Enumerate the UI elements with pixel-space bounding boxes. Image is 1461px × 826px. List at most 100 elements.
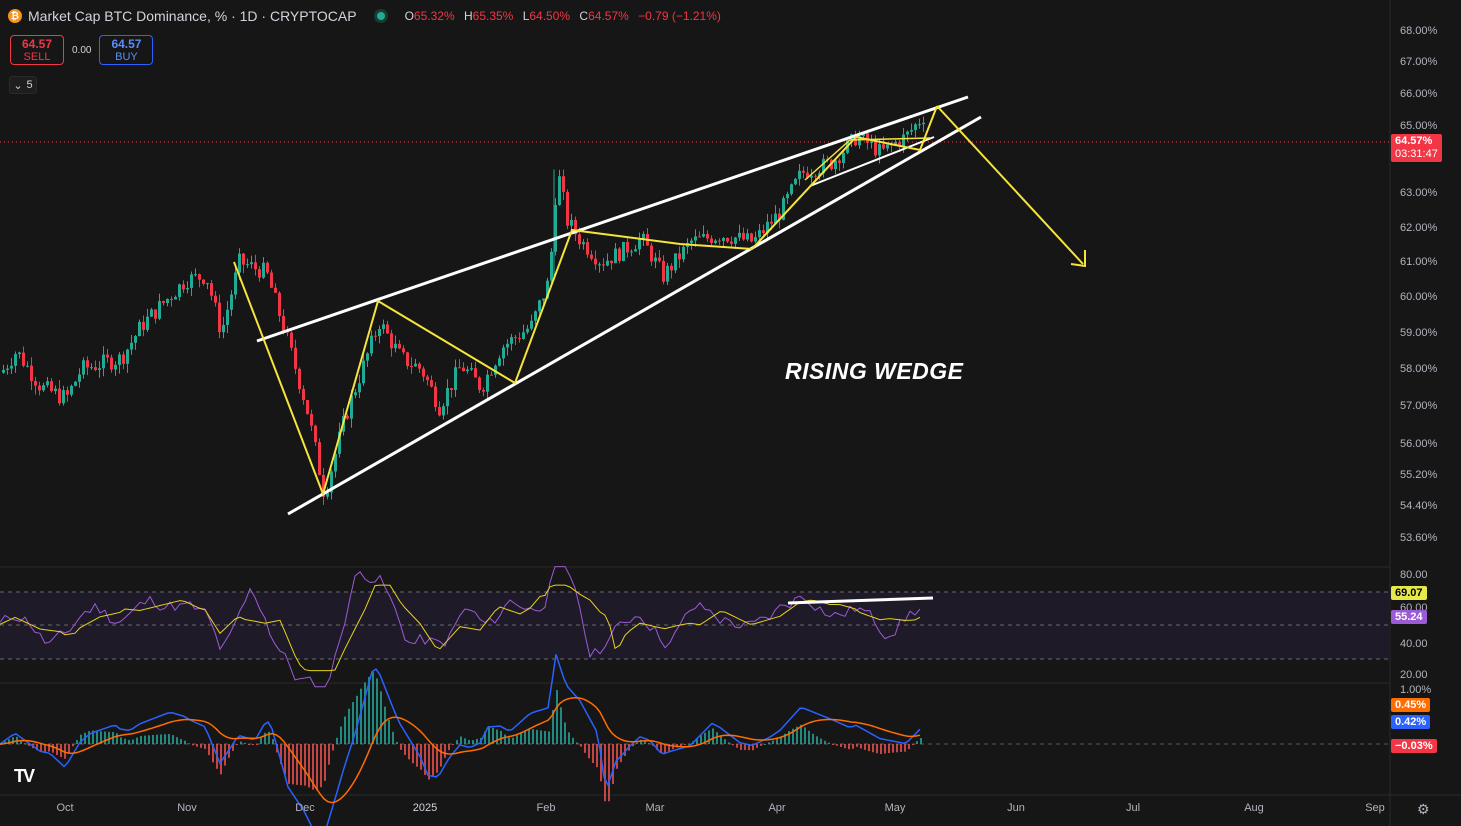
candle-body bbox=[878, 144, 881, 156]
candle-body bbox=[358, 383, 361, 393]
macd-histogram-bar bbox=[508, 737, 510, 744]
macd-histogram-bar bbox=[772, 740, 774, 744]
macd-histogram-bar bbox=[760, 744, 762, 746]
macd-histogram-bar bbox=[264, 732, 266, 744]
projection-arrow bbox=[936, 105, 1084, 265]
candle-body bbox=[758, 230, 761, 238]
macd-histogram-bar bbox=[404, 744, 406, 755]
macd-histogram-bar bbox=[648, 743, 650, 745]
candle-body bbox=[14, 354, 17, 366]
time-axis-label: Nov bbox=[177, 802, 197, 814]
macd-histogram-bar bbox=[500, 730, 502, 744]
macd-histogram-bar bbox=[104, 731, 106, 744]
macd-histogram-bar bbox=[236, 744, 238, 745]
macd-histogram-bar bbox=[124, 738, 126, 744]
macd-histogram-bar bbox=[164, 734, 166, 744]
macd-histogram-bar bbox=[592, 744, 594, 764]
time-axis-label: Feb bbox=[536, 802, 556, 814]
macd-histogram-bar bbox=[716, 732, 718, 744]
price-axis-label: 63.00% bbox=[1400, 187, 1438, 199]
candle-body bbox=[670, 265, 673, 271]
candle-body bbox=[586, 242, 589, 255]
candle-body bbox=[54, 388, 57, 392]
candle-body bbox=[578, 234, 581, 245]
candle-body bbox=[602, 264, 605, 266]
candle-body bbox=[150, 309, 153, 317]
chart-canvas[interactable] bbox=[0, 0, 1461, 826]
candle-body bbox=[642, 233, 645, 239]
tradingview-logo[interactable]: TV bbox=[14, 766, 35, 787]
candle-body bbox=[90, 367, 93, 369]
candle-body bbox=[874, 141, 877, 156]
macd-histogram-bar bbox=[320, 744, 322, 788]
macd-histogram-bar bbox=[460, 736, 462, 744]
macd-histogram-bar bbox=[572, 737, 574, 744]
candle-body bbox=[466, 369, 469, 372]
candle-body bbox=[214, 295, 217, 303]
candle-body bbox=[454, 367, 457, 390]
macd-histogram-bar bbox=[900, 744, 902, 752]
candle-body bbox=[738, 232, 741, 238]
macd-histogram-bar bbox=[868, 744, 870, 752]
macd-histogram-bar bbox=[372, 672, 374, 744]
candle-body bbox=[134, 336, 137, 343]
candle-body bbox=[490, 374, 493, 376]
candle-body bbox=[698, 236, 701, 238]
buy-button[interactable]: 64.57 BUY bbox=[99, 35, 154, 65]
macd-histogram-bar bbox=[584, 744, 586, 753]
candle-body bbox=[430, 380, 433, 387]
macd-histogram-bar bbox=[88, 731, 90, 744]
macd-histogram-bar bbox=[388, 720, 390, 744]
indicators-toggle-button[interactable]: ⌄ 5 bbox=[9, 76, 37, 94]
candle-body bbox=[790, 184, 793, 194]
price-axis-label: 54.40% bbox=[1400, 500, 1438, 512]
candle-body bbox=[634, 249, 637, 252]
macd-histogram-bar bbox=[548, 731, 550, 744]
ohlc-values: O65.32% H65.35% L64.50% C64.57% −0.79 (−… bbox=[404, 9, 721, 23]
candle-body bbox=[486, 374, 489, 392]
candle-body bbox=[262, 262, 265, 278]
candle-body bbox=[106, 354, 109, 358]
macd-histogram-bar bbox=[828, 742, 830, 744]
candle-body bbox=[130, 342, 133, 350]
time-axis-label: Jun bbox=[1007, 802, 1025, 814]
macd-histogram-bar bbox=[708, 730, 710, 744]
macd-histogram-bar bbox=[328, 744, 330, 765]
candle-body bbox=[26, 365, 29, 367]
candle-body bbox=[230, 294, 233, 310]
macd-histogram-bar bbox=[248, 744, 250, 745]
candle-body bbox=[542, 298, 545, 301]
macd-histogram-bar bbox=[744, 744, 746, 751]
price-axis-label: 53.60% bbox=[1400, 532, 1438, 544]
candle-body bbox=[154, 309, 157, 319]
candle-body bbox=[538, 300, 541, 312]
macd-histogram-bar bbox=[244, 742, 246, 744]
macd-histogram-bar bbox=[912, 744, 914, 745]
symbol-header[interactable]: ₿ Market Cap BTC Dominance, % · 1D · CRY… bbox=[8, 8, 721, 24]
macd-histogram-bar bbox=[156, 734, 158, 744]
candle-body bbox=[702, 233, 705, 237]
macd-histogram-bar bbox=[256, 744, 258, 745]
macd-signal-line bbox=[0, 697, 921, 804]
candle-body bbox=[346, 416, 349, 419]
candle-body bbox=[70, 385, 73, 395]
sell-button[interactable]: 64.57 SELL bbox=[10, 35, 64, 65]
gear-icon[interactable]: ⚙ bbox=[1417, 801, 1430, 818]
macd-histogram-bar bbox=[172, 735, 174, 744]
candle-body bbox=[838, 160, 841, 163]
candle-body bbox=[730, 241, 733, 244]
rising-wedge-label: RISING WEDGE bbox=[785, 358, 964, 384]
symbol-title[interactable]: Market Cap BTC Dominance, % · 1D · CRYPT… bbox=[28, 8, 357, 24]
macd-histogram-bar bbox=[108, 731, 110, 744]
macd-histogram-bar bbox=[532, 729, 534, 744]
price-axis-label: 55.20% bbox=[1400, 469, 1438, 481]
macd-histogram-bar bbox=[576, 742, 578, 744]
macd-histogram-bar bbox=[848, 744, 850, 750]
market-status-icon[interactable] bbox=[376, 12, 385, 20]
macd-histogram-bar bbox=[468, 739, 470, 744]
candle-body bbox=[802, 170, 805, 173]
macd-histogram-bar bbox=[120, 737, 122, 744]
candle-body bbox=[18, 352, 21, 355]
candle-body bbox=[622, 241, 625, 262]
candle-body bbox=[678, 253, 681, 260]
